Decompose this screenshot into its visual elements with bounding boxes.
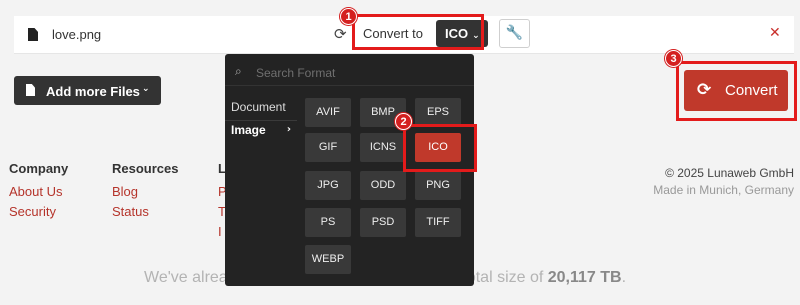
add-more-files-label: Add more Files: [46, 84, 140, 99]
annotation-highlight-convert-to: [352, 14, 484, 50]
chevron-right-icon: ›: [286, 124, 291, 135]
chevron-down-icon: ⌄: [142, 84, 150, 94]
step-badge-1: 1: [340, 8, 357, 25]
refresh-icon[interactable]: ⟳: [334, 25, 347, 43]
format-option-gif[interactable]: GIF: [305, 133, 351, 162]
footer-link-blog[interactable]: Blog: [112, 184, 178, 199]
step-badge-3: 3: [665, 50, 682, 67]
footer-heading: Resources: [112, 161, 179, 176]
footer-resources: Resources Blog Status: [112, 161, 178, 224]
annotation-highlight-ico: [403, 124, 477, 172]
format-categories: Document Image ›: [225, 98, 297, 142]
format-option-webp[interactable]: WEBP: [305, 245, 351, 274]
stats-prefix: We've alrea: [144, 269, 228, 286]
file-icon: [28, 28, 38, 41]
wrench-icon: 🔧: [505, 25, 524, 41]
file-icon: [26, 84, 35, 96]
format-option-avif[interactable]: AVIF: [305, 98, 351, 127]
category-image[interactable]: Image ›: [225, 120, 297, 142]
stats-suffix: .: [621, 269, 627, 286]
format-option-eps[interactable]: EPS: [415, 98, 461, 127]
format-option-icns[interactable]: ICNS: [360, 133, 406, 162]
format-option-odd[interactable]: ODD: [360, 171, 406, 200]
options-button[interactable]: 🔧: [499, 19, 530, 48]
footer-heading: Company: [9, 161, 69, 176]
annotation-highlight-convert: [676, 61, 797, 121]
close-icon[interactable]: ✕: [769, 25, 781, 41]
copyright: © 2025 Lunaweb GmbH: [665, 166, 794, 180]
format-option-jpg[interactable]: JPG: [305, 171, 351, 200]
file-name: love.png: [52, 27, 102, 42]
search-format-input[interactable]: [256, 62, 466, 84]
footer-link-security[interactable]: Security: [9, 204, 68, 219]
footer-link-status[interactable]: Status: [112, 204, 178, 219]
step-badge-2: 2: [395, 113, 412, 130]
stats-total: 20,117 TB: [547, 269, 622, 286]
search-icon: ⌕: [235, 64, 242, 78]
add-more-files-button[interactable]: Add more Files ⌄: [14, 76, 161, 105]
format-option-tiff[interactable]: TIFF: [415, 208, 461, 237]
format-option-png[interactable]: PNG: [415, 171, 461, 200]
category-image-label: Image: [231, 123, 266, 137]
format-option-psd[interactable]: PSD: [360, 208, 406, 237]
format-option-ps[interactable]: PS: [305, 208, 351, 237]
footer-link-about-us[interactable]: About Us: [9, 184, 68, 199]
made-in-text: Made in Munich, Germany: [653, 183, 794, 197]
footer-company: Company About Us Security: [9, 161, 68, 224]
category-document[interactable]: Document: [225, 98, 297, 120]
format-search: ⌕: [225, 62, 474, 86]
